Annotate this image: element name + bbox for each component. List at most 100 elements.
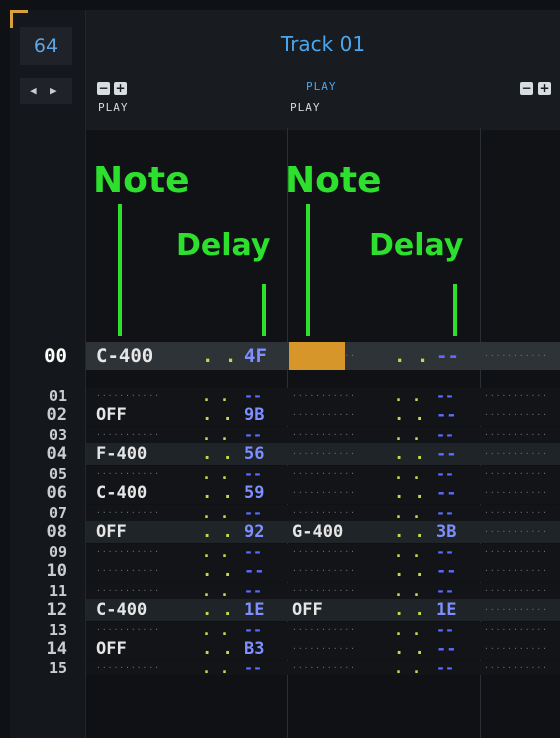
delay-cell[interactable]: -- [436,505,454,521]
delay-cell[interactable]: -- [436,583,454,599]
note-cell[interactable]: C-400 [96,482,147,504]
note-cell[interactable]: ··········· [484,661,548,675]
note-cell[interactable]: ··········· [484,622,548,638]
note-cell[interactable]: ··········· [292,466,356,482]
note-cell[interactable]: ··········· [292,505,356,521]
delay-cell[interactable]: -- [244,388,262,404]
delay-cell[interactable]: -- [436,482,456,504]
note-cell[interactable]: ··········· [96,427,160,443]
delay-cell[interactable]: -- [244,583,262,599]
delay-cell[interactable]: -- [436,661,454,676]
pattern-row[interactable]: 07 ··········· . . -- ··········· . . -- ······… [49,505,560,521]
note-cell[interactable]: ··········· [484,521,548,543]
note-cell[interactable]: ··········· [292,427,356,443]
note-cell[interactable]: ··········· [484,342,548,370]
track-playback-mode-label[interactable]: PLAY [306,80,337,93]
note-cell[interactable]: ··········· [484,466,548,482]
delay-cell[interactable]: -- [244,622,262,638]
delay-cell[interactable]: -- [436,404,456,426]
note-cell[interactable]: ··········· [484,505,548,521]
note-cell[interactable]: ··········· [292,638,356,660]
note-cell[interactable]: ··········· [484,638,548,660]
delay-cell[interactable]: 3B [436,521,456,543]
pattern-row[interactable]: 14 OFF . . B3 ··········· . . -- ··········· [47,638,560,660]
pattern-row[interactable]: 04 F-400 . . 56 ··········· . . -- ··········· [47,443,560,465]
delay-cell[interactable]: -- [436,388,454,404]
note-cell[interactable]: ··········· [96,505,160,521]
delay-cell[interactable]: -- [244,466,262,482]
note-cell[interactable]: ··········· [292,622,356,638]
note-cell[interactable]: OFF [96,404,127,426]
pattern-row[interactable]: 10 ··········· . . -- ··········· . . -- ······… [47,560,560,582]
pattern-row[interactable]: 08 OFF . . 92 G-400 . . 3B ··········· [47,521,560,543]
note-cell[interactable]: OFF [292,599,323,621]
delay-cell[interactable]: 1E [244,599,264,621]
pattern-row[interactable]: 01 ··········· . . -- ··········· . . -- ······… [49,388,560,404]
note-cell[interactable]: ··········· [484,388,548,404]
pattern-row[interactable]: 02 OFF . . 9B ··········· . . -- ··········· [47,404,560,426]
note-cell[interactable]: G-400 [292,521,343,543]
pattern-row[interactable]: 05 ··········· . . -- ··········· . . -- ······… [49,466,560,482]
note-cell[interactable]: ··········· [96,544,160,560]
note-cell[interactable]: ··········· [484,404,548,426]
note-cell[interactable]: ··········· [292,443,356,465]
note-cell[interactable]: ··········· [484,599,548,621]
delay-cell[interactable]: -- [436,622,454,638]
delay-cell[interactable]: -- [436,427,454,443]
add-column-plus-icon[interactable]: + [114,82,127,95]
delay-cell[interactable]: -- [436,560,456,582]
pattern-row[interactable]: 03 ··········· . . -- ··········· . . -- ······… [49,427,560,443]
delay-cell[interactable]: -- [244,505,262,521]
delay-cell[interactable]: -- [436,466,454,482]
note-cell[interactable]: ··········· [484,560,548,582]
delay-cell[interactable]: 59 [244,482,264,504]
delay-cell[interactable]: 1E [436,599,456,621]
note-cell[interactable]: ··········· [484,427,548,443]
delay-cell[interactable]: -- [244,560,264,582]
note-cell[interactable]: OFF [96,638,127,660]
delay-cell[interactable]: -- [244,427,262,443]
delay-cell[interactable]: 92 [244,521,264,543]
note-cell[interactable]: F-400 [96,443,147,465]
prev-track-arrow-icon[interactable]: ◀ [30,78,37,104]
note-cell[interactable]: C-400 [96,342,153,370]
pattern-row[interactable]: 13 ··········· . . -- ··········· . . -- ······… [49,622,560,638]
note-cell[interactable]: OFF [96,521,127,543]
note-cell[interactable]: ··········· [96,560,160,582]
delay-cell[interactable]: -- [436,443,456,465]
remove-column-minus-icon[interactable]: − [97,82,110,95]
note-cell[interactable]: ··········· [484,443,548,465]
note-cell[interactable]: ··········· [96,583,160,599]
pattern-row[interactable]: 15 ··········· . . -- ··········· . . -- ······… [49,661,560,676]
delay-cell[interactable]: -- [436,342,459,370]
note-cell[interactable]: ··········· [96,622,160,638]
next-track-arrow-icon[interactable]: ▶ [50,78,57,104]
note-cell[interactable]: ··········· [96,388,160,404]
delay-cell[interactable]: -- [436,544,454,560]
note-cell[interactable]: ··········· [484,583,548,599]
note-cell[interactable]: ··········· [96,661,160,675]
delay-cell[interactable]: 4F [244,342,267,370]
note-cell[interactable]: ··········· [292,544,356,560]
pattern-row[interactable]: 11 ··········· . . -- ··········· . . -- ······… [49,583,560,599]
pattern-row[interactable]: 06 C-400 . . 59 ··········· . . -- ··········· [47,482,560,504]
note-cell[interactable]: ··········· [292,661,356,675]
pattern-length-field[interactable]: 64 [20,27,72,65]
delay-cell[interactable]: -- [436,638,456,660]
note-cell[interactable]: ··········· [292,482,356,504]
edit-cursor[interactable] [289,342,345,370]
note-cell[interactable]: ··········· [484,482,548,504]
delay-cell[interactable]: -- [244,544,262,560]
remove-column-minus-icon-2[interactable]: − [520,82,533,95]
pattern-row[interactable]: 12 C-400 . . 1E OFF . . 1E ··········· [47,599,560,621]
note-cell[interactable]: ··········· [96,466,160,482]
note-cell[interactable]: C-400 [96,599,147,621]
delay-cell[interactable]: B3 [244,638,264,660]
track-title[interactable]: Track 01 [86,32,560,56]
pattern-row[interactable]: 09 ··········· . . -- ··········· . . -- ······… [49,544,560,560]
note-cell[interactable]: ··········· [484,544,548,560]
note-cell[interactable]: ··········· [292,404,356,426]
note-cell[interactable]: ··········· [292,388,356,404]
note-cell[interactable]: ··········· [292,560,356,582]
delay-cell[interactable]: -- [244,661,262,676]
